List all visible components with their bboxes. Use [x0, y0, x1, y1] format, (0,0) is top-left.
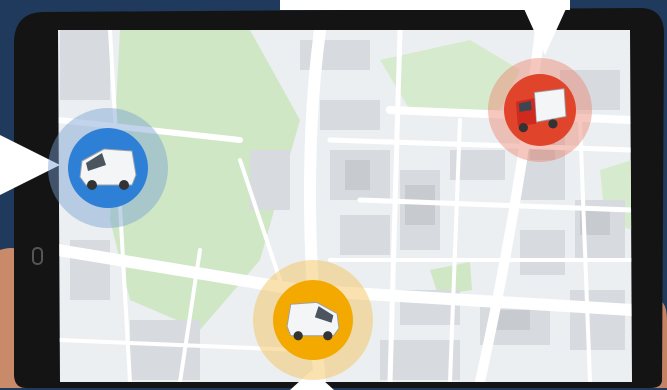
vehicle-marker-blue-van[interactable] — [48, 108, 168, 228]
vehicle-marker-red-truck[interactable] — [488, 58, 592, 162]
white-van-icon — [79, 148, 137, 190]
red-truck-icon — [515, 88, 567, 133]
marker-core — [273, 280, 353, 360]
marker-core — [504, 74, 576, 146]
callout-top-bar — [280, 0, 570, 10]
marker-core — [68, 128, 148, 208]
vehicle-marker-orange-van[interactable] — [253, 260, 373, 380]
white-van-icon — [286, 301, 340, 341]
